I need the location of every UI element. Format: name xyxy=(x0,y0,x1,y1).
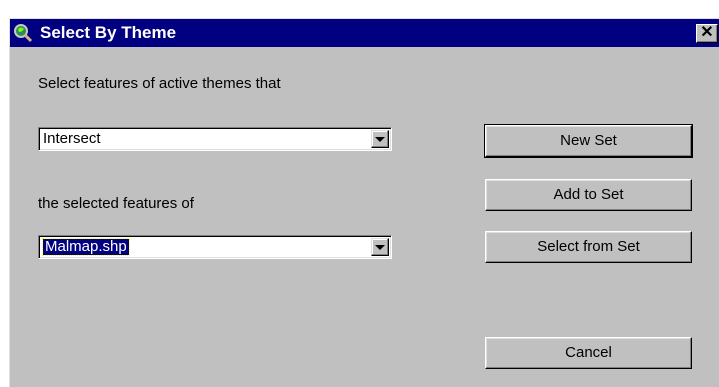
new-set-button[interactable]: New Set xyxy=(484,124,693,158)
relation-select[interactable]: Intersect xyxy=(38,127,392,151)
cancel-button[interactable]: Cancel xyxy=(485,337,692,369)
relation-select-value: Intersect xyxy=(43,130,101,147)
window-title: Select By Theme xyxy=(40,23,177,42)
relation-dropdown-button[interactable] xyxy=(371,130,389,148)
selected-features-label: the selected features of xyxy=(38,195,194,212)
title-bar[interactable]: Select By Theme ✕ xyxy=(10,19,719,47)
close-icon: ✕ xyxy=(700,24,714,41)
theme-select-value: Malmap.shp xyxy=(42,238,130,256)
select-from-set-button[interactable]: Select from Set xyxy=(485,231,692,263)
add-to-set-button[interactable]: Add to Set xyxy=(485,179,692,211)
chevron-down-icon xyxy=(375,245,385,250)
chevron-down-icon xyxy=(375,137,385,142)
magnifier-globe-icon xyxy=(13,23,33,43)
select-by-theme-dialog: Select By Theme ✕ Select features of act… xyxy=(9,18,719,387)
prompt-label: Select features of active themes that xyxy=(38,75,281,92)
theme-select[interactable]: Malmap.shp xyxy=(38,235,392,259)
close-button[interactable]: ✕ xyxy=(696,24,718,43)
theme-dropdown-button[interactable] xyxy=(371,238,389,256)
